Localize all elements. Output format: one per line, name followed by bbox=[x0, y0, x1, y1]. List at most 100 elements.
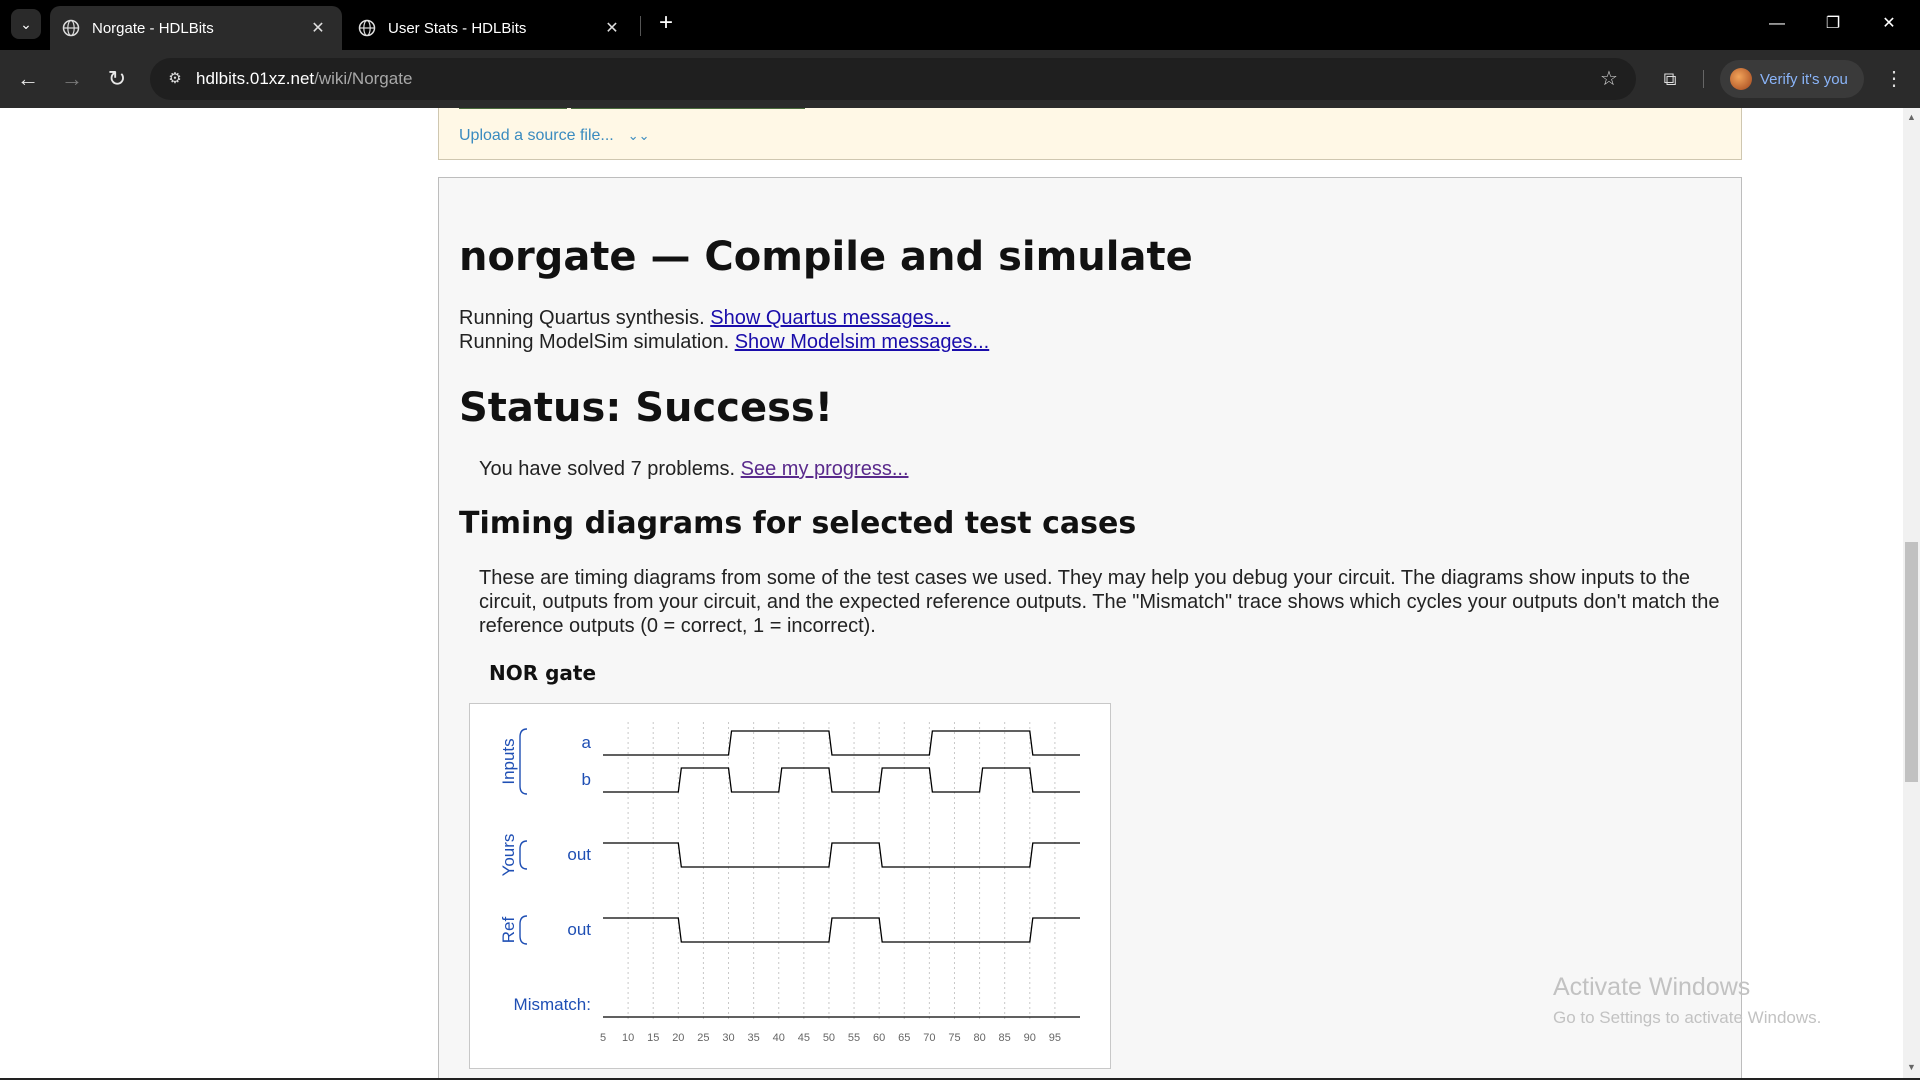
upload-link-label: Upload a source file... bbox=[459, 127, 614, 144]
tick-label: 80 bbox=[973, 1032, 985, 1044]
menu-icon[interactable]: ⋮ bbox=[1880, 63, 1908, 95]
timing-description: These are timing diagrams from some of t… bbox=[479, 567, 1720, 637]
new-tab-button[interactable]: + bbox=[652, 10, 680, 38]
tick-label: 45 bbox=[798, 1032, 810, 1044]
site-info-icon[interactable]: ⚙ bbox=[162, 66, 188, 92]
tick-label: 60 bbox=[873, 1032, 885, 1044]
tick-label: 95 bbox=[1049, 1032, 1061, 1044]
signal-label-b: b bbox=[582, 770, 591, 789]
avatar bbox=[1730, 68, 1752, 90]
waveform-inputs-a bbox=[603, 730, 1080, 756]
reload-button[interactable]: ↻ bbox=[101, 63, 133, 95]
close-icon[interactable]: ✕ bbox=[308, 18, 328, 38]
arrow-right-icon: → bbox=[61, 66, 83, 91]
submit-button[interactable] bbox=[459, 108, 567, 109]
page-title: norgate — Compile and simulate bbox=[459, 234, 1193, 280]
profile-label: Verify it's you bbox=[1760, 70, 1848, 88]
close-icon: ✕ bbox=[1882, 15, 1896, 32]
address-bar[interactable]: ⚙ hdlbits.01xz.net/wiki/Norgate ☆ bbox=[150, 58, 1636, 100]
tick-label: 15 bbox=[647, 1032, 659, 1044]
forward-button[interactable]: → bbox=[56, 63, 88, 95]
tick-label: 50 bbox=[823, 1032, 835, 1044]
chevron-down-icon: ⌄ bbox=[20, 15, 32, 32]
tab-norgate[interactable]: Norgate - HDLBits ✕ bbox=[50, 6, 342, 50]
tab-separator bbox=[640, 16, 641, 36]
group-label-inputs: Inputs bbox=[499, 738, 518, 784]
tick-label: 20 bbox=[672, 1032, 684, 1044]
scroll-up-icon[interactable]: ▲ bbox=[1903, 112, 1920, 126]
upload-panel: Upload a source file... ⌄⌄ bbox=[438, 108, 1742, 160]
group-bracket bbox=[519, 840, 528, 870]
page-content: Upload a source file... ⌄⌄ norgate — Comp… bbox=[0, 108, 1903, 1078]
tab-strip: ⌄ Norgate - HDLBits ✕ User Stats - HDLBi… bbox=[0, 0, 1920, 50]
tick-label: 5 bbox=[600, 1032, 606, 1044]
scroll-down-icon[interactable]: ▼ bbox=[1903, 1062, 1920, 1076]
double-chevron-down-icon: ⌄⌄ bbox=[627, 128, 650, 143]
globe-icon bbox=[358, 19, 376, 37]
waveform-inputs-b bbox=[603, 767, 1080, 793]
group-label-ref: Ref bbox=[499, 917, 518, 944]
minimize-button[interactable]: — bbox=[1754, 8, 1800, 40]
reload-icon: ↻ bbox=[107, 66, 127, 91]
timing-diagram: a b out out Mismatch: Inputs Yours Ref 5 10 15 20 25… bbox=[469, 703, 1111, 1069]
group-bracket bbox=[519, 915, 528, 945]
bookmark-star-icon[interactable]: ☆ bbox=[1596, 66, 1622, 92]
restore-icon: ❐ bbox=[1825, 15, 1841, 32]
close-window-button[interactable]: ✕ bbox=[1866, 8, 1912, 40]
tab-user-stats[interactable]: User Stats - HDLBits ✕ bbox=[346, 6, 636, 50]
signal-label-a: a bbox=[582, 733, 592, 752]
tick-label: 90 bbox=[1024, 1032, 1036, 1044]
result-panel: norgate — Compile and simulate Running Q… bbox=[438, 177, 1742, 1078]
modelsim-messages-link[interactable]: Show Modelsim messages... bbox=[735, 331, 990, 353]
tab-search-button[interactable]: ⌄ bbox=[11, 9, 41, 39]
browser-toolbar: ← → ↻ ⚙ hdlbits.01xz.net/wiki/Norgate ☆ … bbox=[0, 50, 1920, 108]
profile-button[interactable]: Verify it's you bbox=[1720, 60, 1864, 98]
close-icon[interactable]: ✕ bbox=[602, 18, 622, 38]
tick-label: 75 bbox=[948, 1032, 960, 1044]
url-path: /wiki/Norgate bbox=[314, 69, 413, 88]
diagram-title: NOR gate bbox=[489, 661, 597, 685]
waveform-yours-out bbox=[603, 842, 1080, 868]
arrow-left-icon: ← bbox=[17, 66, 39, 91]
tick-label: 40 bbox=[773, 1032, 785, 1044]
group-bracket bbox=[519, 728, 528, 795]
submit-new-window-button[interactable] bbox=[571, 108, 805, 109]
upload-source-link[interactable]: Upload a source file... ⌄⌄ bbox=[459, 127, 650, 145]
toolbar-separator bbox=[1703, 70, 1704, 88]
tick-label: 10 bbox=[622, 1032, 634, 1044]
back-button[interactable]: ← bbox=[12, 63, 44, 95]
modelsim-line: Running ModelSim simulation. Show Models… bbox=[459, 331, 989, 354]
activate-windows-subtitle: Go to Settings to activate Windows. bbox=[1553, 1008, 1822, 1027]
globe-icon bbox=[62, 19, 80, 37]
scrollbar-thumb[interactable] bbox=[1905, 542, 1918, 782]
tab-title: Norgate - HDLBits bbox=[92, 19, 214, 37]
quartus-messages-link[interactable]: Show Quartus messages... bbox=[710, 307, 950, 329]
timing-heading: Timing diagrams for selected test cases bbox=[459, 506, 1137, 541]
progress-link[interactable]: See my progress... bbox=[741, 458, 909, 480]
solved-line: You have solved 7 problems. See my progr… bbox=[479, 458, 909, 481]
solved-text: You have solved 7 problems. bbox=[479, 458, 741, 480]
tick-label: 30 bbox=[722, 1032, 734, 1044]
tab-title: User Stats - HDLBits bbox=[388, 19, 527, 37]
waveform-ref-out bbox=[603, 917, 1080, 943]
status-heading: Status: Success! bbox=[459, 385, 833, 431]
extensions-icon[interactable]: ⧉ bbox=[1654, 63, 1686, 95]
tick-label: 35 bbox=[748, 1032, 760, 1044]
quartus-text: Running Quartus synthesis. bbox=[459, 307, 711, 329]
timing-diagram-svg: ab out out Mismatch: Inputs Yours Ref 5 10 15 20 25… bbox=[499, 722, 1080, 1044]
vertical-scrollbar[interactable]: ▲ ▼ bbox=[1903, 108, 1920, 1078]
restore-button[interactable]: ❐ bbox=[1810, 8, 1856, 40]
group-label-yours: Yours bbox=[499, 834, 518, 877]
tick-label: 65 bbox=[898, 1032, 910, 1044]
quartus-line: Running Quartus synthesis. Show Quartus … bbox=[459, 307, 950, 330]
tick-label: 70 bbox=[923, 1032, 935, 1044]
activate-windows-title: Activate Windows bbox=[1553, 973, 1751, 1001]
url-host: hdlbits.01xz.net bbox=[196, 69, 315, 88]
minimize-icon: — bbox=[1769, 15, 1785, 32]
signal-label-out: out bbox=[567, 920, 591, 939]
modelsim-text: Running ModelSim simulation. bbox=[459, 331, 735, 353]
plus-icon: + bbox=[658, 9, 673, 36]
tick-label: 55 bbox=[848, 1032, 860, 1044]
tick-label: 85 bbox=[999, 1032, 1011, 1044]
url-text[interactable]: hdlbits.01xz.net/wiki/Norgate bbox=[196, 69, 412, 89]
